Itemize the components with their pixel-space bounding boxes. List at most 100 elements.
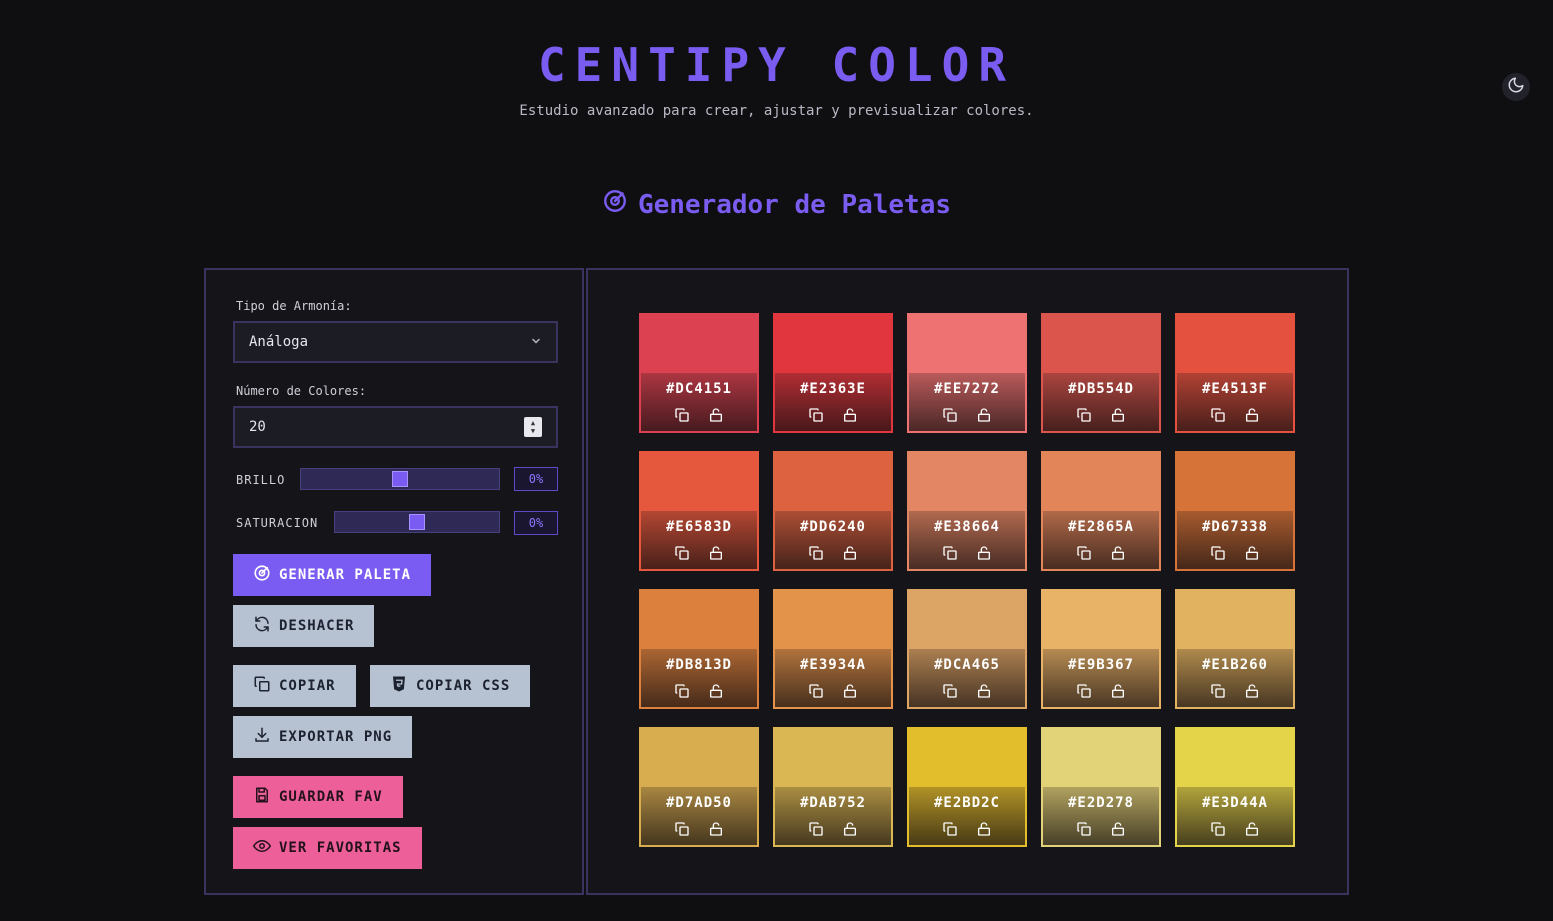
copy-button[interactable]: COPIAR	[233, 665, 356, 707]
unlock-icon[interactable]	[708, 821, 724, 837]
generate-palette-button[interactable]: GENERAR PALETA	[233, 554, 432, 596]
unlock-icon[interactable]	[842, 407, 858, 423]
swatch-hex: #E4513F	[1201, 381, 1268, 397]
copy-icon[interactable]	[808, 545, 824, 561]
color-swatch[interactable]: #DC4151	[639, 313, 759, 433]
view-favorites-button[interactable]: VER FAVORITAS	[233, 827, 422, 869]
copy-icon[interactable]	[1210, 683, 1226, 699]
export-png-button[interactable]: EXPORTAR PNG	[233, 716, 413, 758]
unlock-icon[interactable]	[976, 545, 992, 561]
color-swatch[interactable]: #E2363E	[773, 313, 893, 433]
copy-icon[interactable]	[1210, 545, 1226, 561]
unlock-icon[interactable]	[708, 545, 724, 561]
unlock-icon[interactable]	[708, 407, 724, 423]
app-subtitle: Estudio avanzado para crear, ajustar y p…	[519, 103, 1034, 119]
color-swatch[interactable]: #DB554D	[1041, 313, 1161, 433]
harmony-select[interactable]: Análoga	[233, 321, 558, 363]
copy-icon[interactable]	[808, 407, 824, 423]
swatch-actions	[641, 821, 757, 837]
color-swatch[interactable]: #E2D278	[1041, 727, 1161, 847]
color-swatch[interactable]: #E3D44A	[1175, 727, 1295, 847]
unlock-icon[interactable]	[842, 545, 858, 561]
section-title: Generador de Paletas	[0, 188, 1553, 221]
swatch-actions	[641, 407, 757, 423]
color-swatch[interactable]: #E2BD2C	[907, 727, 1027, 847]
swatch-hex: #E2BD2C	[933, 795, 1000, 811]
copy-icon[interactable]	[942, 407, 958, 423]
copy-icon[interactable]	[808, 821, 824, 837]
undo-button[interactable]: DESHACER	[233, 605, 375, 647]
copy-icon[interactable]	[1210, 821, 1226, 837]
unlock-icon[interactable]	[842, 683, 858, 699]
unlock-icon[interactable]	[1110, 683, 1126, 699]
color-count-input[interactable]: 20 ▲ ▼	[233, 406, 558, 448]
copy-icon[interactable]	[942, 683, 958, 699]
unlock-icon[interactable]	[976, 407, 992, 423]
copy-icon[interactable]	[942, 821, 958, 837]
swatch-actions	[1043, 545, 1159, 561]
css-icon	[390, 675, 408, 697]
count-label: Número de Colores:	[236, 384, 367, 398]
theme-toggle-button[interactable]	[1502, 73, 1530, 101]
copy-icon[interactable]	[1076, 821, 1092, 837]
unlock-icon[interactable]	[1110, 821, 1126, 837]
copy-icon[interactable]	[674, 545, 690, 561]
copy-icon[interactable]	[1076, 407, 1092, 423]
brightness-slider[interactable]	[300, 468, 500, 490]
unlock-icon[interactable]	[1244, 683, 1260, 699]
swatch-actions	[641, 545, 757, 561]
unlock-icon[interactable]	[976, 683, 992, 699]
color-swatch[interactable]: #D7AD50	[639, 727, 759, 847]
app-title: CENTIPY COLOR	[537, 38, 1016, 92]
unlock-icon[interactable]	[1244, 407, 1260, 423]
controls-panel: Tipo de Armonía: Análoga Número de Color…	[204, 268, 584, 895]
color-swatch[interactable]: #E4513F	[1175, 313, 1295, 433]
copy-icon[interactable]	[1076, 683, 1092, 699]
color-swatch[interactable]: #DB813D	[639, 589, 759, 709]
unlock-icon[interactable]	[1244, 821, 1260, 837]
brightness-slider-thumb[interactable]	[392, 471, 408, 487]
unlock-icon[interactable]	[1110, 545, 1126, 561]
color-swatch[interactable]: #D67338	[1175, 451, 1295, 571]
color-swatch[interactable]: #E9B367	[1041, 589, 1161, 709]
swatch-actions	[1177, 545, 1293, 561]
copy-icon[interactable]	[1076, 545, 1092, 561]
download-icon	[253, 726, 271, 748]
color-swatch[interactable]: #DD6240	[773, 451, 893, 571]
copy-css-button[interactable]: COPIAR CSS	[370, 665, 531, 707]
swatch-hex: #EE7272	[933, 381, 1000, 397]
color-swatch[interactable]: #DCA465	[907, 589, 1027, 709]
unlock-icon[interactable]	[1244, 545, 1260, 561]
copy-icon[interactable]	[674, 821, 690, 837]
swatch-actions	[909, 407, 1025, 423]
copy-icon[interactable]	[942, 545, 958, 561]
unlock-icon[interactable]	[708, 683, 724, 699]
color-swatch[interactable]: #E3934A	[773, 589, 893, 709]
swatch-actions	[1177, 407, 1293, 423]
swatch-hex: #DD6240	[799, 519, 866, 535]
copy-icon[interactable]	[808, 683, 824, 699]
unlock-icon[interactable]	[842, 821, 858, 837]
save-favorite-button[interactable]: GUARDAR FAV	[233, 776, 403, 818]
color-swatch[interactable]: #EE7272	[907, 313, 1027, 433]
save-favorite-label: GUARDAR FAV	[279, 789, 383, 805]
number-stepper[interactable]: ▲ ▼	[524, 417, 542, 437]
undo-label: DESHACER	[279, 618, 355, 634]
color-swatch[interactable]: #DAB752	[773, 727, 893, 847]
harmony-select-value: Análoga	[249, 334, 309, 350]
saturation-slider[interactable]	[334, 511, 500, 533]
color-swatch[interactable]: #E2865A	[1041, 451, 1161, 571]
swatch-actions	[775, 545, 891, 561]
color-swatch[interactable]: #E38664	[907, 451, 1027, 571]
swatch-actions	[1177, 821, 1293, 837]
copy-icon[interactable]	[674, 683, 690, 699]
unlock-icon[interactable]	[1110, 407, 1126, 423]
color-swatch[interactable]: #E6583D	[639, 451, 759, 571]
swatch-actions	[1043, 407, 1159, 423]
copy-icon[interactable]	[674, 407, 690, 423]
unlock-icon[interactable]	[976, 821, 992, 837]
moon-icon	[1507, 76, 1525, 98]
copy-icon[interactable]	[1210, 407, 1226, 423]
color-swatch[interactable]: #E1B260	[1175, 589, 1295, 709]
saturation-slider-thumb[interactable]	[409, 514, 425, 530]
